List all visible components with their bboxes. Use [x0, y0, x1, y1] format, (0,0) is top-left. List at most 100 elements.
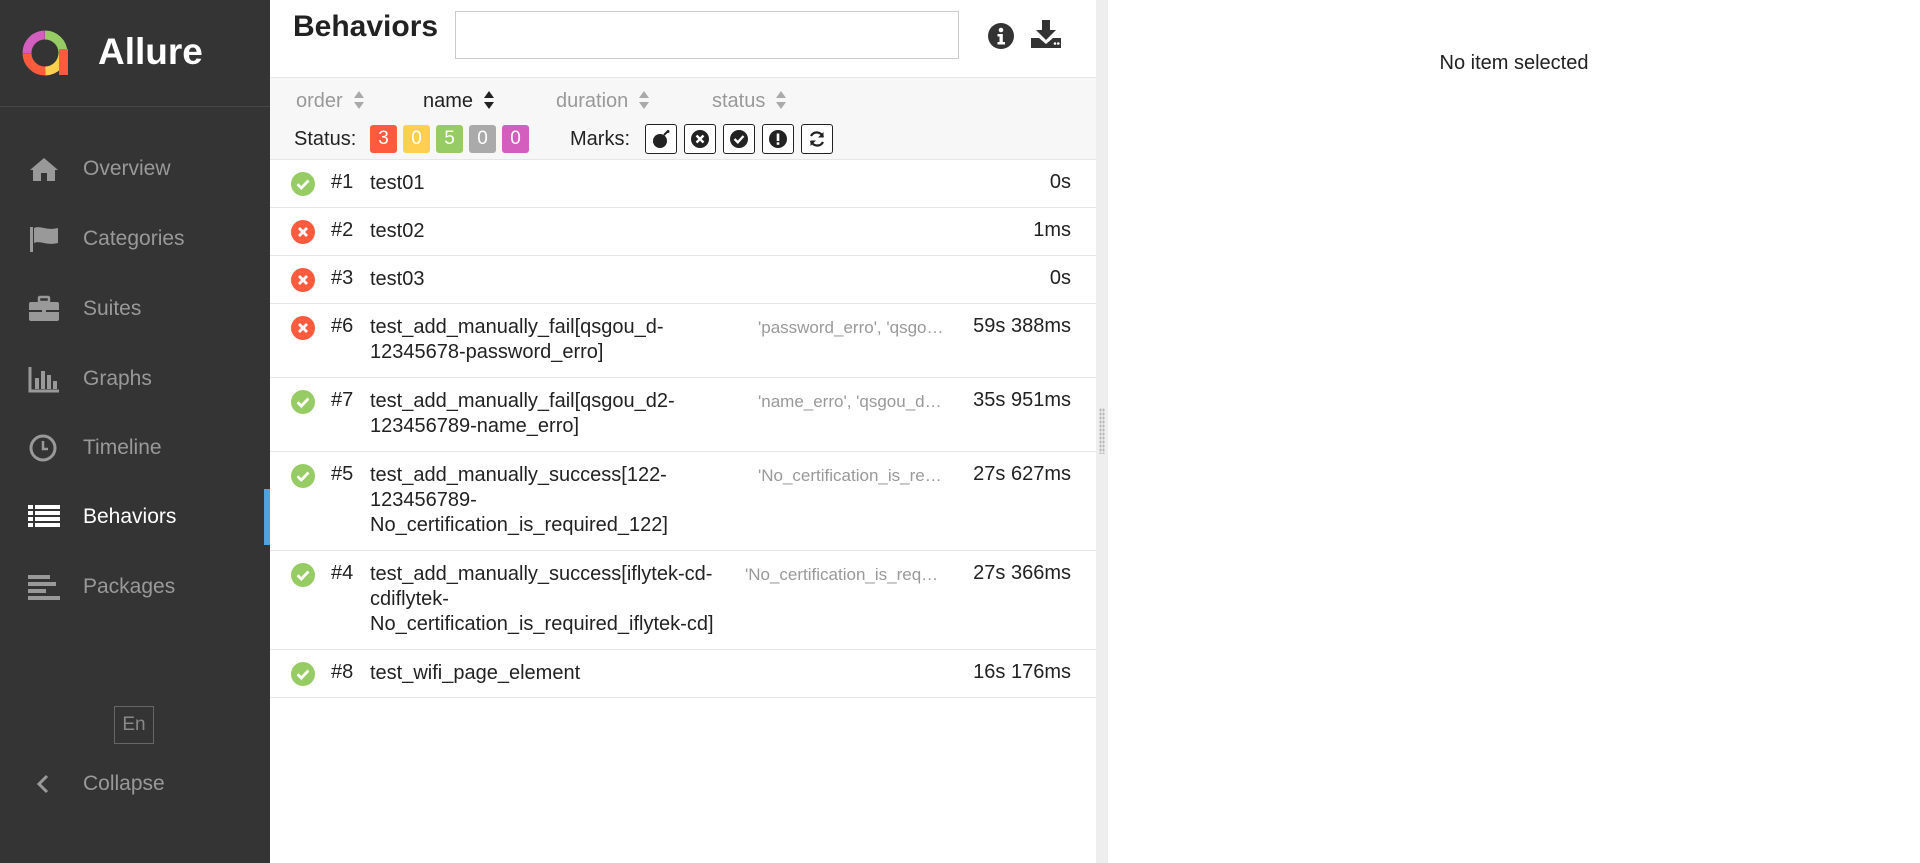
status-count-failed[interactable]: 3	[370, 125, 397, 153]
test-case-name: test03	[370, 268, 425, 290]
sort-status-label: status	[712, 90, 766, 112]
sidebar-item-categories[interactable]: Categories	[0, 211, 270, 267]
mark-new-broken-button[interactable]	[762, 124, 794, 154]
test-case-order: #4	[331, 562, 354, 584]
sort-duration-label: duration	[556, 90, 629, 112]
test-case-name: test_add_manually_fail[qsgou_d2- 1234567…	[370, 390, 675, 437]
test-case-name: test_add_manually_success[iflytek-cd- cd…	[370, 563, 714, 635]
test-case-row[interactable]: #3 test03 0s	[270, 256, 1096, 304]
home-icon	[30, 158, 58, 181]
test-case-name: test01	[370, 172, 425, 194]
sort-status[interactable]: status	[712, 86, 787, 116]
test-case-duration: 0s	[1049, 171, 1071, 193]
sidebar-item-label: Graphs	[83, 367, 152, 390]
test-case-params: 'password_erro', 'qsgo…	[758, 318, 944, 337]
test-case-row[interactable]: #4 test_add_manually_success[iflytek-cd- …	[270, 551, 1096, 650]
collapse-button[interactable]: Collapse	[0, 765, 270, 805]
test-case-order: #7	[331, 389, 354, 411]
mark-retries-button[interactable]	[801, 124, 833, 154]
test-case-duration: 35s 951ms	[973, 389, 1071, 411]
bar-chart-icon	[28, 367, 59, 393]
test-case-row[interactable]: #1 test01 0s	[270, 160, 1096, 208]
sort-icon	[484, 90, 495, 109]
collapse-label: Collapse	[83, 772, 165, 795]
brand-name: Allure	[98, 31, 203, 72]
sidebar-item-packages[interactable]: Packages	[0, 559, 270, 615]
marks-filter-label: Marks:	[570, 128, 630, 150]
test-case-name: test02	[370, 220, 425, 242]
test-case-order: #5	[331, 463, 354, 485]
sidebar-item-suites[interactable]: Suites	[0, 281, 270, 337]
tree-toolbar: order name duration status Status: 3 0 5…	[270, 77, 1096, 160]
test-case-duration: 0s	[1049, 267, 1071, 289]
page-title: Behaviors	[293, 10, 439, 43]
test-case-list: #1 test01 0s #2 test02 1ms #3 test03 0s #6 test_ad…	[270, 160, 1096, 698]
search-input[interactable]	[455, 11, 959, 59]
test-case-order: #6	[331, 315, 354, 337]
splitter-grip[interactable]	[1099, 408, 1105, 454]
list-icon	[28, 505, 60, 527]
brand[interactable]: Allure	[0, 0, 270, 107]
test-case-row[interactable]: #6 test_add_manually_fail[qsgou_d- 123456…	[270, 304, 1096, 378]
sort-duration[interactable]: duration	[556, 86, 650, 116]
chevron-left-icon	[36, 774, 49, 794]
test-case-params: 'No_certification_is_re…	[758, 466, 942, 485]
test-case-row[interactable]: #8 test_wifi_page_element 16s 176ms	[270, 650, 1096, 698]
allure-logo-icon	[22, 30, 68, 76]
sidebar-item-graphs[interactable]: Graphs	[0, 351, 270, 407]
status-count-broken[interactable]: 0	[403, 125, 430, 153]
test-case-order: #1	[331, 171, 354, 193]
test-case-duration: 59s 388ms	[973, 315, 1071, 337]
download-icon[interactable]	[1029, 18, 1063, 50]
mark-new-passed-button[interactable]	[723, 124, 755, 154]
status-filter-label: Status:	[294, 128, 357, 150]
passed-status-icon	[291, 172, 315, 196]
sort-icon	[776, 90, 787, 109]
test-case-duration: 1ms	[1033, 219, 1071, 241]
test-case-order: #2	[331, 219, 354, 241]
test-case-order: #3	[331, 267, 354, 289]
sort-order[interactable]: order	[296, 86, 365, 116]
failed-status-icon	[291, 316, 315, 340]
sidebar: Allure Overview Categories Suites Graphs…	[0, 0, 270, 863]
test-case-row[interactable]: #5 test_add_manually_success[122- 1234567…	[270, 452, 1096, 551]
sort-order-label: order	[296, 90, 343, 112]
empty-message: No item selected	[1439, 52, 1589, 74]
sidebar-item-overview[interactable]: Overview	[0, 141, 270, 197]
align-left-icon	[28, 575, 60, 600]
test-case-params: 'No_certification_is_req…	[745, 565, 939, 584]
status-count-passed[interactable]: 5	[436, 125, 463, 153]
test-case-row[interactable]: #2 test02 1ms	[270, 208, 1096, 256]
sort-icon	[639, 90, 650, 109]
language-button[interactable]: En	[114, 706, 154, 744]
exclamation-circle-icon	[769, 130, 787, 148]
times-circle-icon	[691, 130, 709, 148]
pane-splitter[interactable]	[1096, 0, 1108, 863]
sort-icon	[353, 90, 364, 109]
test-case-params: 'name_erro', 'qsgou_d…	[758, 392, 942, 411]
bomb-icon	[653, 130, 670, 148]
failed-status-icon	[291, 220, 315, 244]
passed-status-icon	[291, 563, 315, 587]
sidebar-item-timeline[interactable]: Timeline	[0, 420, 270, 476]
sort-name-label: name	[423, 90, 474, 112]
passed-status-icon	[291, 662, 315, 686]
sidebar-item-label: Overview	[83, 157, 171, 180]
sidebar-item-behaviors[interactable]: Behaviors	[0, 489, 270, 545]
status-count-skipped[interactable]: 0	[469, 125, 496, 153]
status-count-unknown[interactable]: 0	[502, 125, 529, 153]
passed-status-icon	[291, 464, 315, 488]
sort-name[interactable]: name	[423, 86, 495, 116]
sidebar-item-label: Suites	[83, 297, 142, 320]
test-case-row[interactable]: #7 test_add_manually_fail[qsgou_d2- 12345…	[270, 378, 1096, 452]
test-case-name: test_add_manually_fail[qsgou_d- 12345678…	[370, 316, 664, 363]
passed-status-icon	[291, 390, 315, 414]
sidebar-item-label: Categories	[83, 227, 185, 250]
mark-flaky-button[interactable]	[645, 124, 677, 154]
test-case-order: #8	[331, 661, 354, 683]
info-icon[interactable]	[985, 20, 1017, 52]
test-case-duration: 27s 366ms	[973, 562, 1071, 584]
mark-new-failed-button[interactable]	[684, 124, 716, 154]
refresh-icon	[809, 131, 825, 147]
sidebar-item-label: Behaviors	[83, 505, 177, 528]
